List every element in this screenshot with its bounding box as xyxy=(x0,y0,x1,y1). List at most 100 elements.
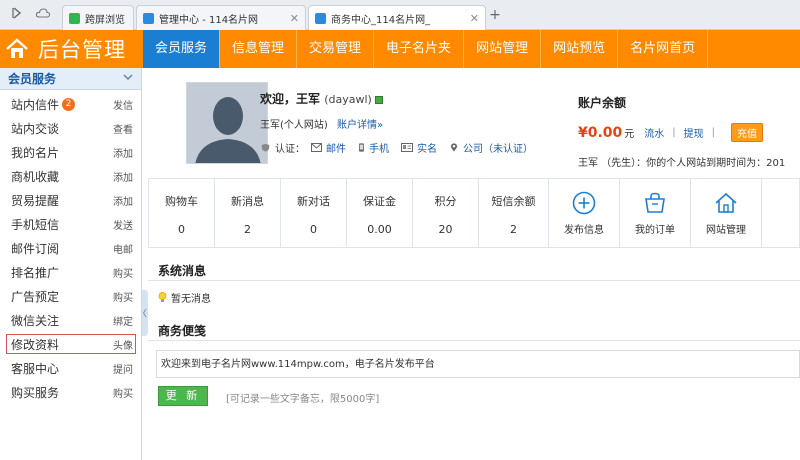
sidebar-item-action[interactable]: 添加 xyxy=(113,169,133,184)
nav-trade-management[interactable]: 交易管理 xyxy=(297,30,375,68)
sidebar-item-ad-booking[interactable]: 广告预定 购买 xyxy=(0,284,141,308)
stat-value: 0.00 xyxy=(367,223,392,236)
plus-icon[interactable]: + xyxy=(488,7,502,23)
cloud-icon[interactable] xyxy=(34,6,52,24)
cert-real-name[interactable]: 实名 xyxy=(417,140,437,155)
stat-value: 0 xyxy=(310,223,317,236)
logo[interactable]: 后台管理 xyxy=(0,30,142,68)
sidebar-item-wechat[interactable]: 微信关注 绑定 xyxy=(0,308,141,332)
transactions-link[interactable]: 流水 xyxy=(644,125,664,140)
shield-icon xyxy=(261,143,270,152)
nav-ecard-folder[interactable]: 电子名片夹 xyxy=(374,30,465,68)
no-messages-text: 暂无消息 xyxy=(171,294,211,305)
stat-new-messages[interactable]: 新消息 2 xyxy=(215,179,281,247)
avatar[interactable] xyxy=(186,82,268,164)
nav-site-management[interactable]: 网站管理 xyxy=(464,30,542,68)
sidebar-item-action[interactable]: 添加 xyxy=(113,145,133,160)
stat-deposit[interactable]: 保证金 0.00 xyxy=(347,179,413,247)
nav-member-service[interactable]: 会员服务 xyxy=(143,30,221,68)
sidebar-item-action[interactable]: 电邮 xyxy=(113,241,133,256)
plus-circle-icon xyxy=(572,191,596,215)
cert-phone[interactable]: 手机 xyxy=(369,140,389,155)
tab-label: 商务中心_114名片网_ xyxy=(331,15,431,26)
sidebar-item-ranking[interactable]: 排名推广 购买 xyxy=(0,260,141,284)
sidebar-item-buy-service[interactable]: 购买服务 购买 xyxy=(0,380,141,404)
welcome-heading: 欢迎，王军 (dayawl) xyxy=(260,90,383,107)
stat-new-chats[interactable]: 新对话 0 xyxy=(281,179,347,247)
publish-info-button[interactable]: 发布信息 xyxy=(549,179,620,247)
account-balance-panel: 账户余额 ¥0.00 元 流水 | 提现 | 充值 王军 （先生）：你的个人网站… xyxy=(578,94,785,169)
cert-label: 认证： xyxy=(275,144,305,155)
chevron-right-icon[interactable] xyxy=(8,6,26,24)
sidebar-item-mail-subscribe[interactable]: 邮件订阅 电邮 xyxy=(0,236,141,260)
sidebar-item-sms[interactable]: 手机短信 发送 xyxy=(0,212,141,236)
sidebar-item-action[interactable]: 头像 xyxy=(113,337,133,352)
welcome-text: 欢迎，王军 xyxy=(260,92,321,106)
tab-favicon-icon xyxy=(69,12,80,24)
account-detail-link[interactable]: 账户详情» xyxy=(337,120,383,131)
sidebar-item-label: 站内信件 xyxy=(11,97,60,112)
certification-line: 认证： 邮件 手机 实名 公司（未认证） xyxy=(260,140,545,155)
close-icon[interactable]: ✕ xyxy=(284,12,299,25)
stat-value: 20 xyxy=(438,223,453,236)
tab-cross-screen[interactable]: 跨屏浏览 xyxy=(62,5,134,30)
link-separator: | xyxy=(711,127,716,138)
tab-admin-center[interactable]: 管理中心 - 114名片网 ✕ xyxy=(136,5,306,30)
main-content: 欢迎，王军 (dayawl) 王军(个人网站) 账户详情» 认证： 邮件 手机 … xyxy=(148,68,800,460)
tab-label: 管理中心 - 114名片网 xyxy=(159,14,259,26)
tab-favicon-icon xyxy=(143,12,154,24)
update-memo-button[interactable]: 更 新 xyxy=(158,386,208,406)
sidebar-item-trade-alert[interactable]: 贸易提醒 添加 xyxy=(0,188,141,212)
my-orders-button[interactable]: 我的订单 xyxy=(620,179,691,247)
sidebar-item-chat[interactable]: 站内交谈 查看 xyxy=(0,116,141,140)
sidebar-item-action[interactable]: 添加 xyxy=(113,193,133,208)
withdraw-link[interactable]: 提现 xyxy=(684,125,704,140)
nav-card-homepage[interactable]: 名片网首页 xyxy=(618,30,709,68)
sidebar-item-support[interactable]: 客服中心 提问 xyxy=(0,356,141,380)
system-messages-title: 系统消息 xyxy=(158,264,207,278)
sidebar-item-favorites[interactable]: 商机收藏 添加 xyxy=(0,164,141,188)
sidebar-item-action[interactable]: 购买 xyxy=(113,289,133,304)
quick-action-label: 我的订单 xyxy=(635,225,675,236)
site-management-button[interactable]: 网站管理 xyxy=(691,179,762,247)
verified-icon xyxy=(374,95,383,104)
house-icon xyxy=(6,38,28,58)
sidebar-item-action[interactable]: 提问 xyxy=(113,361,133,376)
cert-email[interactable]: 邮件 xyxy=(326,140,346,155)
stat-label: 保证金 xyxy=(363,195,396,208)
sidebar-item-action[interactable]: 绑定 xyxy=(113,313,133,328)
stat-label: 新消息 xyxy=(231,195,264,208)
link-separator: | xyxy=(672,127,676,138)
nav-site-preview[interactable]: 网站预览 xyxy=(541,30,619,68)
quick-action-label: 发布信息 xyxy=(564,225,604,236)
stat-points[interactable]: 积分 20 xyxy=(413,179,479,247)
sidebar-item-action[interactable]: 发送 xyxy=(113,217,133,232)
logo-text: 后台管理 xyxy=(38,38,126,62)
tab-business-center[interactable]: 商务中心_114名片网_ ✕ xyxy=(308,5,486,31)
stat-value: 2 xyxy=(244,223,251,236)
stat-sms-balance[interactable]: 短信余额 2 xyxy=(479,179,549,247)
sidebar-item-inbox[interactable]: 站内信件 2 发信 xyxy=(0,92,141,116)
close-icon[interactable]: ✕ xyxy=(464,12,479,25)
stat-value: 0 xyxy=(178,223,185,236)
sidebar-item-label: 广告预定 xyxy=(11,289,60,304)
sidebar-item-action[interactable]: 购买 xyxy=(113,385,133,400)
sidebar-item-label: 我的名片 xyxy=(11,145,60,160)
stat-value: 2 xyxy=(510,223,517,236)
sidebar-item-action[interactable]: 查看 xyxy=(113,121,133,136)
cert-company[interactable]: 公司（未认证） xyxy=(463,140,533,155)
recharge-button[interactable]: 充值 xyxy=(731,123,764,142)
memo-textarea[interactable]: 欢迎来到电子名片网www.114mpw.com，电子名片发布平台 xyxy=(156,350,800,378)
nav-info-management[interactable]: 信息管理 xyxy=(220,30,298,68)
mail-icon xyxy=(311,143,322,152)
memo-title: 商务便笺 xyxy=(158,324,207,338)
stat-label: 新对话 xyxy=(297,195,330,208)
sidebar-header[interactable]: 会员服务 xyxy=(0,68,141,90)
home-icon xyxy=(715,192,737,213)
sidebar-item-action[interactable]: 购买 xyxy=(113,265,133,280)
sidebar-item-my-card[interactable]: 我的名片 添加 xyxy=(0,140,141,164)
sidebar-item-action[interactable]: 发信 xyxy=(113,97,133,112)
sidebar-item-edit-profile[interactable]: 修改资料 头像 xyxy=(6,334,136,354)
stat-cart[interactable]: 购物车 0 xyxy=(149,179,215,247)
stat-label: 短信余额 xyxy=(491,195,536,208)
